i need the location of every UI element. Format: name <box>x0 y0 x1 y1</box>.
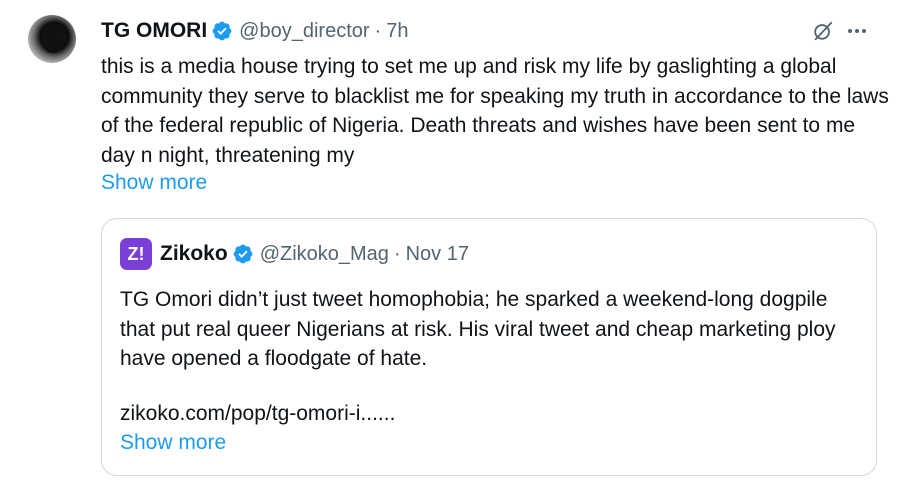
tweet[interactable]: TG OMORI @boy_director · 7h this is a me… <box>0 0 907 482</box>
author-avatar[interactable] <box>28 15 76 63</box>
quoted-author-handle[interactable]: @Zikoko_Mag <box>260 243 389 266</box>
quoted-show-more-link[interactable]: Show more <box>120 431 226 455</box>
author-handle[interactable]: @boy_director <box>239 20 369 43</box>
tweet-text: this is a media house trying to set me u… <box>101 55 889 167</box>
tweet-time[interactable]: 7h <box>386 20 408 43</box>
quoted-tweet-link[interactable]: zikoko.com/pop/tg-omori-i...... <box>120 402 395 426</box>
quoted-tweet-text: TG Omori didn’t just tweet homophobia; h… <box>120 288 836 371</box>
author-name[interactable]: TG OMORI <box>101 19 207 43</box>
separator: · <box>393 242 401 265</box>
quoted-author-name[interactable]: Zikoko <box>160 242 228 266</box>
quoted-tweet[interactable]: Z! Zikoko @Zikoko_Mag · Nov 17 TG Omori … <box>101 218 877 476</box>
show-more-link[interactable]: Show more <box>101 171 207 195</box>
verified-badge-icon <box>212 21 232 41</box>
grok-icon[interactable] <box>812 20 834 42</box>
verified-badge-icon <box>233 244 253 264</box>
separator: · <box>374 19 382 42</box>
zikoko-logo[interactable]: Z! <box>120 238 152 270</box>
tweet-header: TG OMORI @boy_director · 7h <box>101 16 408 46</box>
quoted-tweet-header: Z! Zikoko @Zikoko_Mag · Nov 17 <box>120 238 469 270</box>
more-options-icon[interactable] <box>848 21 876 41</box>
quoted-tweet-date[interactable]: Nov 17 <box>406 243 469 266</box>
